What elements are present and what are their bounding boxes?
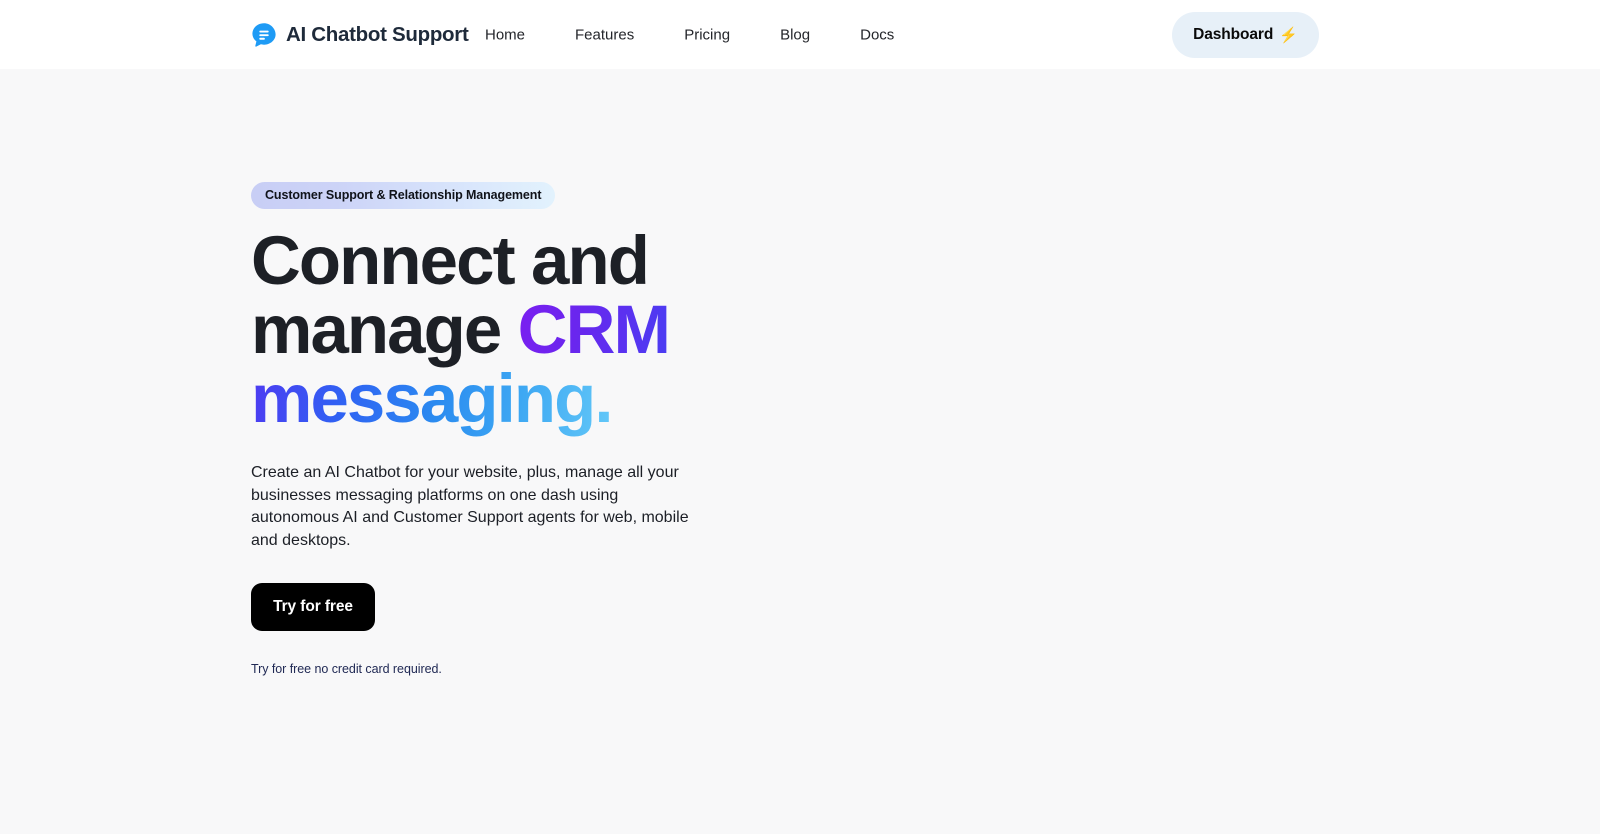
nav-item-pricing[interactable]: Pricing bbox=[684, 20, 730, 49]
nav-item-features[interactable]: Features bbox=[575, 20, 634, 49]
page-title: Connect and manage CRM messaging. bbox=[251, 226, 671, 433]
nav-item-home[interactable]: Home bbox=[485, 20, 525, 49]
dashboard-button-label: Dashboard bbox=[1193, 26, 1274, 43]
hero-section: Customer Support & Relationship Manageme… bbox=[251, 182, 951, 676]
nav-item-blog[interactable]: Blog bbox=[780, 20, 810, 49]
try-for-free-button[interactable]: Try for free bbox=[251, 583, 375, 631]
cta-note: Try for free no credit card required. bbox=[251, 662, 442, 676]
hero-badge: Customer Support & Relationship Manageme… bbox=[251, 182, 556, 209]
hero-subtitle: Create an AI Chatbot for your website, p… bbox=[251, 464, 689, 549]
brand-logo-link[interactable]: AI Chatbot Support bbox=[251, 22, 469, 48]
site-header: AI Chatbot Support Home Features Pricing… bbox=[0, 0, 1600, 69]
chat-bubble-message-icon bbox=[251, 22, 277, 48]
high-voltage-bolt-icon: ⚡ bbox=[1279, 26, 1298, 44]
nav-item-docs[interactable]: Docs bbox=[860, 20, 894, 49]
dashboard-button[interactable]: Dashboard ⚡ bbox=[1172, 12, 1319, 58]
page-body: Customer Support & Relationship Manageme… bbox=[0, 69, 1600, 834]
brand-name: AI Chatbot Support bbox=[286, 22, 469, 46]
primary-navigation: Home Features Pricing Blog Docs bbox=[485, 20, 894, 49]
